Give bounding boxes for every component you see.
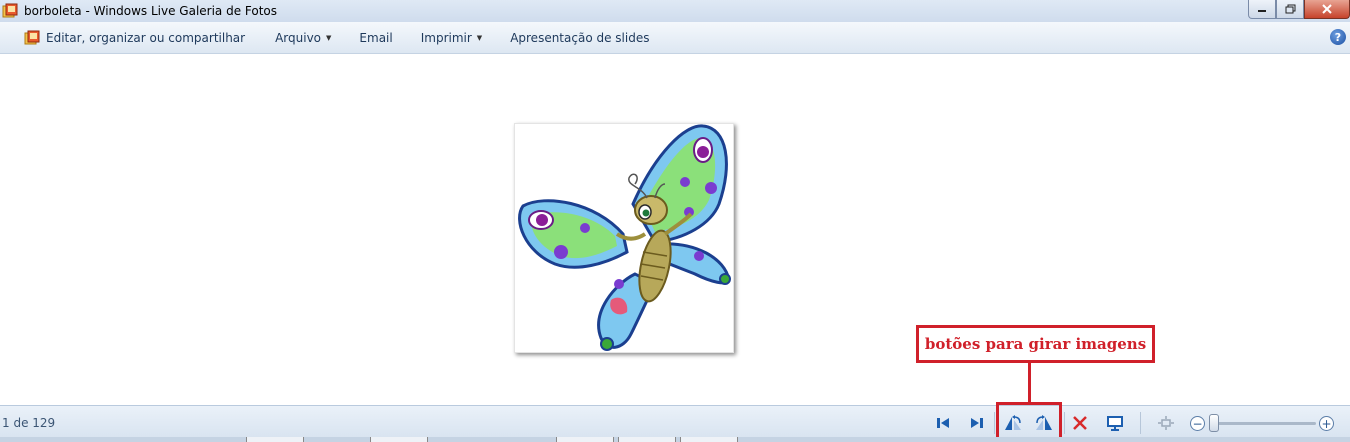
minimize-button[interactable]: [1248, 0, 1276, 19]
help-button[interactable]: ?: [1330, 29, 1346, 45]
window-controls: [1248, 0, 1350, 19]
close-icon: [1322, 4, 1332, 14]
photo-gallery-app-icon: [2, 3, 18, 18]
minimize-icon: [1258, 10, 1266, 12]
dropdown-caret-icon: ▼: [476, 33, 483, 42]
menu-imprimir[interactable]: Imprimir ▼: [413, 26, 490, 50]
fit-window-icon: [1158, 416, 1174, 430]
rotate-buttons-annotation: botões para girar imagens: [916, 325, 1155, 363]
butterfly-illustration: [518, 124, 731, 351]
restore-button[interactable]: [1276, 0, 1304, 19]
slideshow-icon: [1107, 416, 1123, 431]
close-window-button[interactable]: [1304, 0, 1350, 19]
fit-window-button[interactable]: [1155, 413, 1177, 433]
zoom-in-button[interactable]: +: [1319, 416, 1334, 431]
zoom-out-button[interactable]: −: [1190, 416, 1205, 431]
thumbnail-strip: [0, 437, 1350, 442]
thumbnail-tab[interactable]: [246, 437, 304, 442]
menu-edit-organize-share[interactable]: Editar, organizar ou compartilhar: [16, 26, 253, 50]
menu-label: Imprimir: [420, 30, 472, 45]
zoom-slider-track[interactable]: [1212, 422, 1316, 425]
annotation-pointer-line: [1028, 363, 1031, 403]
thumbnail-tab[interactable]: [618, 437, 676, 442]
menu-label: Apresentação de slides: [510, 30, 650, 45]
menu-label: Email: [359, 30, 393, 45]
command-bar: Editar, organizar ou compartilhar Arquiv…: [0, 22, 1350, 54]
next-icon: [971, 418, 983, 428]
title-bar: borboleta - Windows Live Galeria de Foto…: [0, 0, 1350, 22]
thumbnail-tab[interactable]: [680, 437, 738, 442]
thumbnail-tab[interactable]: [556, 437, 614, 442]
zoom-in-icon: +: [1321, 416, 1332, 431]
menu-label: Arquivo: [275, 30, 322, 45]
photo-counter: 1 de 129: [2, 416, 56, 430]
window-title: borboleta - Windows Live Galeria de Foto…: [24, 4, 278, 18]
toolbar-separator: [1064, 412, 1065, 434]
next-button[interactable]: [966, 413, 988, 433]
menu-label: Editar, organizar ou compartilhar: [46, 30, 246, 45]
photo-gallery-window: borboleta - Windows Live Galeria de Foto…: [0, 0, 1350, 442]
toolbar-separator: [1140, 412, 1141, 434]
zoom-out-icon: −: [1192, 416, 1203, 431]
dropdown-caret-icon: ▼: [326, 33, 332, 42]
butterfly-photo[interactable]: [514, 123, 734, 353]
slideshow-button[interactable]: [1104, 413, 1126, 433]
previous-icon: [937, 418, 949, 428]
thumbnail-tab[interactable]: [370, 437, 428, 442]
menu-email[interactable]: Email: [351, 26, 400, 50]
delete-button[interactable]: [1069, 413, 1091, 433]
edit-organize-icon: [24, 30, 40, 44]
previous-button[interactable]: [932, 413, 954, 433]
restore-icon: [1285, 4, 1295, 14]
menu-slideshow[interactable]: Apresentação de slides: [502, 26, 657, 50]
rotate-buttons-highlight: [996, 402, 1062, 441]
toolbar-separator: [994, 412, 995, 434]
zoom-slider-thumb[interactable]: [1209, 414, 1219, 432]
menu-arquivo[interactable]: Arquivo ▼: [267, 26, 339, 50]
delete-icon: [1073, 416, 1087, 430]
